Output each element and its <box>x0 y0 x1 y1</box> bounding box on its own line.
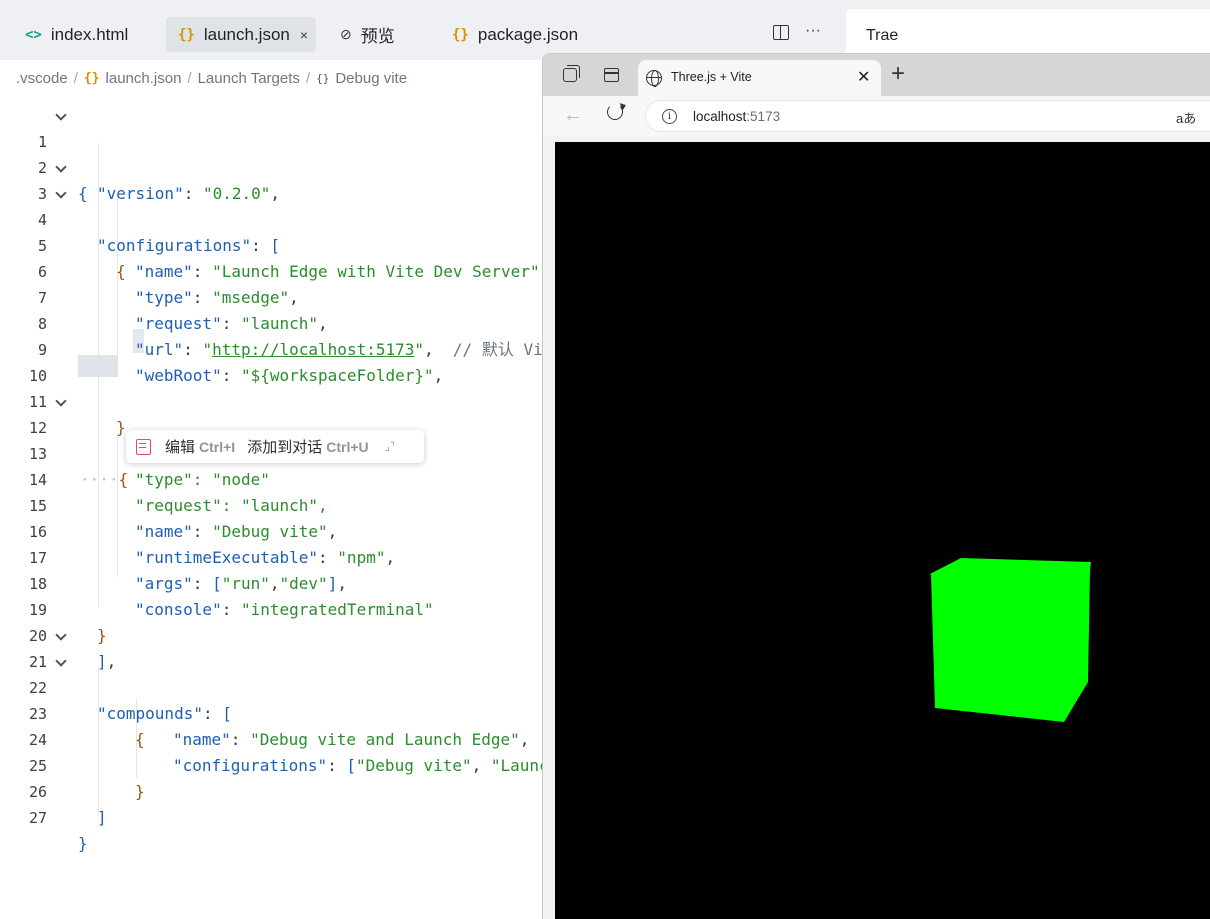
vertical-tabs-icon[interactable] <box>604 68 619 82</box>
cube-graphic <box>930 558 1091 722</box>
edit-button[interactable]: 编辑 <box>165 436 195 457</box>
tab-label: index.html <box>50 24 129 44</box>
object-icon: {} <box>316 71 330 85</box>
browser-window: Three.js + Vite ✕ + ← i localhost:5173 a… <box>542 53 1210 919</box>
edit-icon <box>136 438 151 455</box>
json-file-icon: {} <box>452 26 469 43</box>
workspaces-icon[interactable] <box>563 65 580 82</box>
trae-panel-header: Trae <box>846 9 1210 59</box>
fold-chevron-icon[interactable] <box>55 655 67 667</box>
browser-toolbar: ← i localhost:5173 aあ <box>543 96 1210 136</box>
link-icon: ⊘ <box>340 26 352 42</box>
add-to-chat-button[interactable]: 添加到对话 <box>247 436 322 457</box>
new-tab-button[interactable]: + <box>891 60 905 88</box>
fold-chevron-icon[interactable] <box>55 629 67 641</box>
line-number: 27 <box>28 809 47 827</box>
tab-preview[interactable]: ⊘ 预览 <box>340 17 395 52</box>
fold-chevron-icon[interactable] <box>55 395 67 407</box>
globe-icon <box>646 70 662 87</box>
tab-label: package.json <box>477 24 579 44</box>
browser-tab-title: Three.js + Vite <box>671 70 752 84</box>
fold-chevron-icon[interactable] <box>55 109 67 121</box>
breadcrumb-item[interactable]: Debug vite <box>335 70 407 87</box>
reload-icon[interactable] <box>607 104 623 120</box>
trae-title: Trae <box>866 27 899 44</box>
tab-actions: ··· <box>773 22 821 40</box>
collapse-icon[interactable]: ⌟⌝ <box>385 440 395 453</box>
inline-chat-popup: 编辑 Ctrl+I 添加到对话 Ctrl+U ⌟⌝ <box>126 430 424 463</box>
breadcrumb-item[interactable]: launch.json <box>106 70 182 87</box>
tab-label: 预览 <box>360 27 395 46</box>
breadcrumb-separator: / <box>305 69 311 87</box>
edit-shortcut: Ctrl+I <box>199 438 236 455</box>
page-viewport-canvas[interactable] <box>555 142 1210 919</box>
browser-tab-strip: Three.js + Vite ✕ + <box>543 54 1210 96</box>
tab-index-html[interactable]: <> index.html <box>25 17 128 52</box>
tab-label: launch.json <box>203 24 290 44</box>
screen: <> index.html {} launch.json × ⊘ 预览 {} p… <box>0 0 1210 919</box>
fold-chevron-icon[interactable] <box>55 161 67 173</box>
split-editor-icon[interactable] <box>773 25 789 40</box>
add-to-chat-shortcut: Ctrl+U <box>326 438 369 455</box>
breadcrumb-item[interactable]: Launch Targets <box>198 70 300 87</box>
tab-package-json[interactable]: {} package.json <box>452 17 578 52</box>
breadcrumb-item[interactable]: .vscode <box>16 70 68 87</box>
fold-chevron-icon[interactable] <box>55 187 67 199</box>
close-tab-icon[interactable]: ✕ <box>857 67 870 87</box>
address-bar-url: localhost:5173 <box>693 109 781 124</box>
cube-front-face <box>931 570 1090 722</box>
breadcrumb-separator: / <box>187 69 192 87</box>
read-aloud-icon[interactable]: aあ <box>1176 108 1196 127</box>
browser-tab[interactable]: Three.js + Vite ✕ <box>638 60 881 96</box>
breadcrumb-separator: / <box>73 69 78 87</box>
json-file-icon: {} <box>83 70 100 86</box>
info-icon[interactable]: i <box>662 109 677 124</box>
tab-launch-json[interactable]: {} launch.json × <box>166 17 317 52</box>
editor-tab-bar: <> index.html {} launch.json × ⊘ 预览 {} p… <box>0 0 840 60</box>
html-file-icon: <> <box>25 26 42 43</box>
close-icon[interactable]: × <box>300 27 308 43</box>
address-bar[interactable]: i localhost:5173 aあ <box>645 100 1210 132</box>
more-actions-icon[interactable]: ··· <box>805 22 821 40</box>
back-icon[interactable]: ← <box>563 104 583 127</box>
breadcrumb: .vscode / {} launch.json / Launch Target… <box>16 68 407 88</box>
json-file-icon: {} <box>178 26 195 43</box>
